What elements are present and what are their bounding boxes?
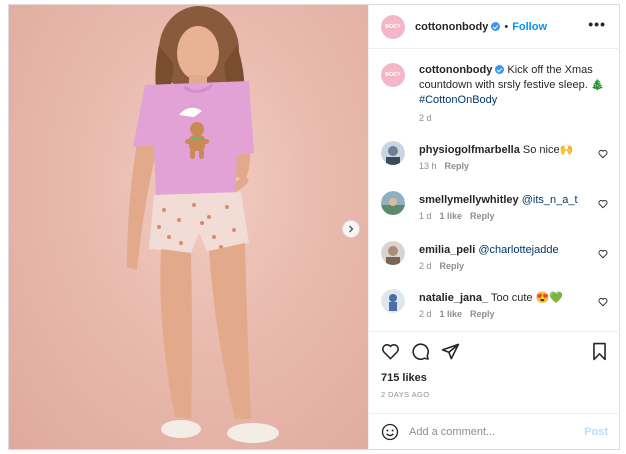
header-username[interactable]: cottononbody (415, 21, 488, 33)
post-date[interactable]: 2 DAYS AGO (381, 390, 429, 399)
comment-text: natalie_jana_ Too cute 😍💚 (419, 291, 607, 306)
comment-likes[interactable]: 1 like (440, 211, 463, 221)
post-actions: 715 likes 2 DAYS AGO (369, 331, 620, 421)
reply-button[interactable]: Reply (440, 261, 465, 271)
brand-avatar[interactable]: BODY (381, 15, 405, 39)
comment-mention[interactable]: @charlottejadde (478, 244, 558, 256)
comment-age: 13 h (419, 161, 437, 171)
post-sidebar: BODY cottononbody • Follow ••• BODY cotton… (368, 5, 620, 449)
caption-username[interactable]: cottononbody (419, 64, 492, 76)
comment-meta: 13 h Reply (419, 161, 477, 171)
post-comment-button[interactable]: Post (584, 426, 608, 438)
caption-hashtag[interactable]: #CottonOnBody (419, 94, 497, 106)
commenter-avatar[interactable] (381, 141, 405, 165)
post-header: BODY cottononbody • Follow ••• (369, 5, 620, 49)
like-count[interactable]: 715 likes (381, 372, 427, 384)
heart-icon[interactable] (598, 249, 608, 259)
header-line: cottononbody • Follow (415, 21, 547, 33)
comment-icon[interactable] (411, 342, 430, 361)
comment-row: smellymellywhitley @its_n_a_t 1 d 1 like R… (369, 191, 620, 231)
chevron-right-icon (349, 225, 354, 233)
paper-plane-icon[interactable] (441, 342, 460, 361)
next-photo-button[interactable] (342, 220, 360, 238)
comment-username[interactable]: smellymellywhitley (419, 194, 519, 206)
caption-age: 2 d (419, 113, 432, 123)
post-photo[interactable] (9, 5, 368, 449)
comment-body: So nice🙌 (522, 144, 574, 156)
header-separator: • (504, 21, 509, 33)
heart-icon[interactable] (381, 342, 400, 361)
comment-meta: 1 d 1 like Reply (419, 211, 503, 221)
heart-icon[interactable] (598, 199, 608, 209)
comment-age: 2 d (419, 309, 432, 319)
caption-text: cottononbody Kick off the Xmas countdown… (419, 63, 607, 108)
heart-icon[interactable] (598, 149, 608, 159)
comment-text: physiogolfmarbella So nice🙌 (419, 143, 607, 158)
commenter-avatar[interactable] (381, 241, 405, 265)
comment-text: emilia_peli @charlottejadde (419, 243, 607, 258)
comment-username[interactable]: natalie_jana_ (419, 292, 488, 304)
caption: BODY cottononbody Kick off the Xmas coun… (369, 63, 620, 133)
reply-button[interactable]: Reply (470, 211, 495, 221)
comment-body: Too cute 😍💚 (490, 292, 563, 304)
comment-row: physiogolfmarbella So nice🙌 13 h Reply (369, 141, 620, 181)
comment-likes[interactable]: 1 like (440, 309, 463, 319)
comment-meta: 2 d 1 like Reply (419, 309, 503, 319)
comment-row: natalie_jana_ Too cute 😍💚 2 d 1 like Reply (369, 289, 620, 329)
comments-list[interactable]: BODY cottononbody Kick off the Xmas coun… (369, 49, 620, 331)
add-comment-input[interactable] (409, 423, 569, 441)
photo-illustration (127, 6, 279, 443)
caption-meta: 2 d (419, 113, 440, 123)
comment-username[interactable]: physiogolfmarbella (419, 144, 520, 156)
caption-avatar-text: BODY (385, 72, 401, 78)
reply-button[interactable]: Reply (470, 309, 495, 319)
comment-mention[interactable]: @its_n_a_t (522, 194, 578, 206)
comment-text: smellymellywhitley @its_n_a_t (419, 193, 607, 208)
caption-avatar[interactable]: BODY (381, 63, 405, 87)
brand-avatar-text: BODY (385, 24, 401, 30)
comment-age: 2 d (419, 261, 432, 271)
heart-icon[interactable] (598, 297, 608, 307)
comment-row: emilia_peli @charlottejadde 2 d Reply (369, 241, 620, 281)
instagram-post: BODY cottononbody • Follow ••• BODY cotton… (8, 4, 620, 450)
reply-button[interactable]: Reply (445, 161, 470, 171)
comment-username[interactable]: emilia_peli (419, 244, 475, 256)
follow-button[interactable]: Follow (512, 21, 547, 33)
comment-meta: 2 d Reply (419, 261, 472, 271)
caption-emoji: 🎄 (590, 79, 605, 91)
add-comment-bar: Post (369, 413, 620, 449)
verified-badge-icon (491, 22, 501, 31)
comment-age: 1 d (419, 211, 432, 221)
bookmark-icon[interactable] (591, 342, 608, 361)
verified-badge-icon (495, 65, 505, 74)
commenter-avatar[interactable] (381, 289, 405, 313)
more-options-button[interactable]: ••• (588, 17, 606, 31)
smiley-icon[interactable] (381, 423, 399, 441)
commenter-avatar[interactable] (381, 191, 405, 215)
